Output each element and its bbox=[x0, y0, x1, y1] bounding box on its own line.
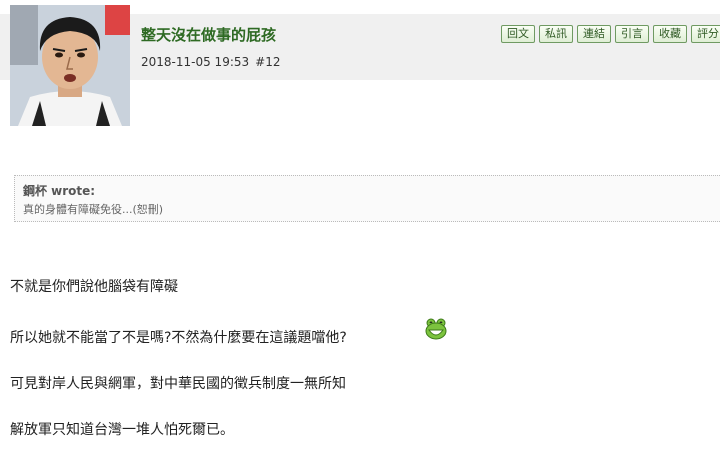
post-action-bar: 回文 私訊 連結 引言 收藏 評分 bbox=[501, 25, 720, 43]
post-floor-number[interactable]: #12 bbox=[255, 55, 280, 69]
avatar[interactable] bbox=[10, 5, 130, 126]
reply-button[interactable]: 回文 bbox=[501, 25, 535, 43]
post-meta: 2018-11-05 19:53 #12 bbox=[141, 55, 280, 69]
quote-author: 鋼杯 wrote: bbox=[23, 184, 96, 198]
quote-block: 鋼杯 wrote: 真的身體有障礙免役...(恕刪) bbox=[14, 175, 720, 222]
post-body-line: 解放軍只知道台灣一堆人怕死爾已。 bbox=[10, 422, 234, 438]
bookmark-button[interactable]: 收藏 bbox=[653, 25, 687, 43]
post-timestamp: 2018-11-05 19:53 bbox=[141, 55, 250, 69]
post-username[interactable]: 整天沒在做事的屁孩 bbox=[141, 24, 276, 45]
quote-text: 真的身體有障礙免役...(恕刪) bbox=[23, 203, 164, 216]
laughing-frog-icon bbox=[425, 318, 447, 340]
link-button[interactable]: 連結 bbox=[577, 25, 611, 43]
quote-button[interactable]: 引言 bbox=[615, 25, 649, 43]
post-body-line: 可見對岸人民與網軍，對中華民國的徵兵制度一無所知 bbox=[10, 376, 346, 392]
rate-button[interactable]: 評分 bbox=[691, 25, 720, 43]
private-message-button[interactable]: 私訊 bbox=[539, 25, 573, 43]
post-body-line: 所以她就不能當了不是嗎?不然為什麼要在這議題噹他? bbox=[10, 330, 347, 346]
post-body-line: 不就是你們說他腦袋有障礙 bbox=[10, 279, 178, 295]
